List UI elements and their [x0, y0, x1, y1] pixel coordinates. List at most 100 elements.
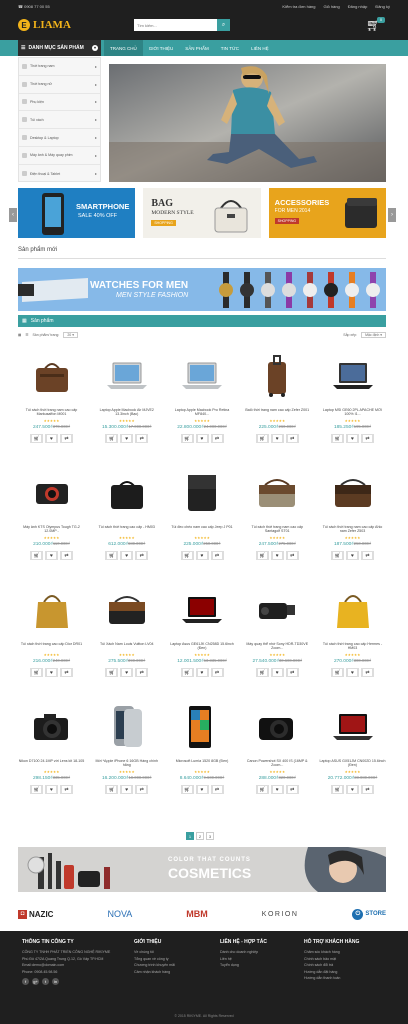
product-card[interactable]: Máy quay thể nhớ Sony HDR-TD30VE Zoom...… [244, 578, 311, 693]
slider-prev-button[interactable]: ‹ [9, 208, 17, 222]
product-image[interactable] [18, 584, 85, 636]
hero-slider-image[interactable] [109, 64, 386, 182]
compare-button[interactable]: ⇄ [285, 551, 299, 560]
add-to-cart-button[interactable]: 🛒︎ [331, 551, 344, 560]
footer-link[interactable]: Tổng quan về công ty [134, 957, 175, 961]
product-image[interactable] [319, 350, 386, 402]
product-name[interactable]: Túi đeo chéo nam cao cấp Jeep J P01 [169, 525, 236, 535]
per-page-select[interactable]: 20 ▾ [63, 332, 78, 338]
compare-button[interactable]: ⇄ [135, 668, 149, 677]
wishlist-button[interactable]: ♥ [45, 785, 58, 794]
add-to-cart-button[interactable]: 🛒︎ [331, 785, 344, 794]
product-name[interactable]: Túi xách thời trang nam cao cấp Santagol… [244, 525, 311, 535]
compare-button[interactable]: ⇄ [135, 785, 149, 794]
add-to-cart-button[interactable]: 🛒︎ [30, 551, 43, 560]
wishlist-button[interactable]: ♥ [346, 551, 359, 560]
product-image[interactable] [169, 584, 236, 636]
product-image[interactable] [244, 467, 311, 519]
page-2[interactable]: 2 [196, 832, 204, 840]
compare-button[interactable]: ⇄ [60, 785, 73, 794]
product-card[interactable]: Máy ảnh KTS Olympus Tough TG-2 12.0MP - ★… [18, 461, 85, 576]
product-card[interactable]: Túi xách thời trang nam cao cấp Ahlo nam… [319, 461, 386, 576]
compare-button[interactable]: ⇄ [361, 668, 374, 677]
add-to-cart-button[interactable]: 🛒︎ [255, 668, 269, 677]
product-name[interactable]: Túi xách thời trang nam cao cấp Ahlo nam… [319, 525, 386, 535]
bag-shopping-button[interactable]: SHOPPING [151, 220, 176, 226]
track-order-link[interactable]: Kiểm tra đơn hàng [282, 4, 315, 9]
brand-nazic[interactable]: ◘ NAZIC [18, 909, 53, 919]
cart-link[interactable]: Giỏ hàng [324, 4, 340, 9]
compare-button[interactable]: ⇄ [361, 434, 374, 443]
compare-button[interactable]: ⇄ [210, 785, 224, 794]
login-link[interactable]: Đăng nhập [348, 4, 368, 9]
compare-button[interactable]: ⇄ [285, 785, 299, 794]
product-name[interactable]: Laptop MSI GE60 2PL APACHE MỚI 100% I1..… [319, 408, 386, 418]
product-image[interactable] [93, 701, 160, 753]
footer-link[interactable]: Chăm sóc khách hàng [304, 950, 359, 954]
product-name[interactable]: Mới *Apple iPhone 6 16GB Hàng chính hãng [93, 759, 160, 769]
page-3[interactable]: 3 [206, 832, 214, 840]
add-to-cart-button[interactable]: 🛒︎ [180, 668, 194, 677]
wishlist-button[interactable]: ♥ [195, 785, 209, 794]
compare-button[interactable]: ⇄ [210, 551, 224, 560]
footer-link[interactable]: Liên hệ [220, 957, 267, 961]
footer-link[interactable]: Tuyển dụng [220, 963, 267, 967]
facebook-icon[interactable]: f [22, 977, 29, 985]
brand-mbm[interactable]: MBM [186, 909, 208, 919]
accessories-banner[interactable]: ACCESSORIES FOR MEN 2014 SHOPPING [268, 188, 386, 238]
product-image[interactable] [93, 584, 160, 636]
product-card[interactable]: Laptop ASUS GX51JM CN002D 15.6inch (Đen)… [319, 695, 386, 810]
product-image[interactable] [169, 467, 236, 519]
add-to-cart-button[interactable]: 🛒︎ [255, 434, 269, 443]
category-item[interactable]: Điện thoại & Tablet ▸ [19, 165, 100, 183]
add-to-cart-button[interactable]: 🛒︎ [255, 551, 269, 560]
product-image[interactable] [18, 350, 85, 402]
compare-button[interactable]: ⇄ [60, 668, 73, 677]
search-button[interactable]: ⌕ [217, 19, 230, 31]
google-plus-icon[interactable]: g+ [32, 977, 39, 985]
nav-item-products[interactable]: SẢN PHẨM [179, 40, 215, 56]
nav-item-contact[interactable]: LIÊN HỆ [245, 40, 275, 56]
wishlist-button[interactable]: ♥ [270, 785, 284, 794]
category-menu-button[interactable]: ☰ DANH MỤC SẢN PHẨM ▾ [18, 40, 101, 56]
add-to-cart-button[interactable]: 🛒︎ [180, 434, 194, 443]
category-item[interactable]: Thời trang nữ ▸ [19, 76, 100, 94]
product-image[interactable] [18, 467, 85, 519]
product-card[interactable]: Laptop Apple Macbook Pro Retina MF840...… [169, 344, 236, 459]
wishlist-button[interactable]: ♥ [120, 668, 134, 677]
slider-next-button[interactable]: › [388, 208, 396, 222]
footer-link[interactable]: Về chúng tôi [134, 950, 175, 954]
product-name[interactable]: Túi xách thời trang cao cấp - HM03 [93, 525, 160, 535]
product-card[interactable]: Túi Xách Nam Louis Vuitton LV04 ★★★★★ 275.… [93, 578, 160, 693]
watches-banner[interactable]: WATCHES FOR MEN MEN STYLE FASHION [18, 268, 386, 311]
linkedin-icon[interactable]: in [52, 977, 59, 985]
wishlist-button[interactable]: ♥ [45, 668, 58, 677]
cart-button[interactable]: 🛒︎ 0 [366, 17, 385, 34]
category-item[interactable]: Túi xách ▸ [19, 111, 100, 130]
nav-item-about[interactable]: GIỚI THIỆU [143, 40, 180, 56]
wishlist-button[interactable]: ♥ [120, 785, 134, 794]
wishlist-button[interactable]: ♥ [346, 668, 359, 677]
product-card[interactable]: Túi xách thời trang cao cấp Dior DR01 ★★★… [18, 578, 85, 693]
add-to-cart-button[interactable]: 🛒︎ [105, 785, 119, 794]
category-item[interactable]: Thời trang nam ▸ [19, 58, 100, 76]
product-card[interactable]: Túi đeo chéo nam cao cấp Jeep J P01 ★★★★★… [169, 461, 236, 576]
product-name[interactable]: Laptop ASUS GX51JM CN002D 15.6inch (Đen) [319, 759, 386, 769]
wishlist-button[interactable]: ♥ [270, 551, 284, 560]
product-name[interactable]: Laptop Asus GE61JK CN258D 15.6inch (Đen) [169, 642, 236, 652]
wishlist-button[interactable]: ♥ [45, 434, 58, 443]
product-name[interactable]: Microsoft Lumia 1520 8GB (Đen) [169, 759, 236, 769]
smartphone-banner[interactable]: SMARTPHONE SALE 40% OFF [18, 188, 136, 238]
footer-link[interactable]: Cảm nhận khách hàng [134, 970, 175, 974]
product-name[interactable]: Máy ảnh KTS Olympus Tough TG-2 12.0MP - [18, 525, 85, 535]
search-input[interactable] [134, 19, 217, 31]
product-card[interactable]: Laptop Apple Macbook Air MJVE2 13.3inch … [93, 344, 160, 459]
add-to-cart-button[interactable]: 🛒︎ [255, 785, 269, 794]
wishlist-button[interactable]: ♥ [346, 785, 359, 794]
product-image[interactable] [244, 584, 311, 636]
footer-link[interactable]: Hướng dẫn thanh toán [304, 976, 359, 980]
category-item[interactable]: Desktop & Laptop ▸ [19, 129, 100, 147]
compare-button[interactable]: ⇄ [210, 668, 224, 677]
product-name[interactable]: Túi xách thời trang cao cấp Dior DR01 [18, 642, 85, 652]
wishlist-button[interactable]: ♥ [45, 551, 58, 560]
